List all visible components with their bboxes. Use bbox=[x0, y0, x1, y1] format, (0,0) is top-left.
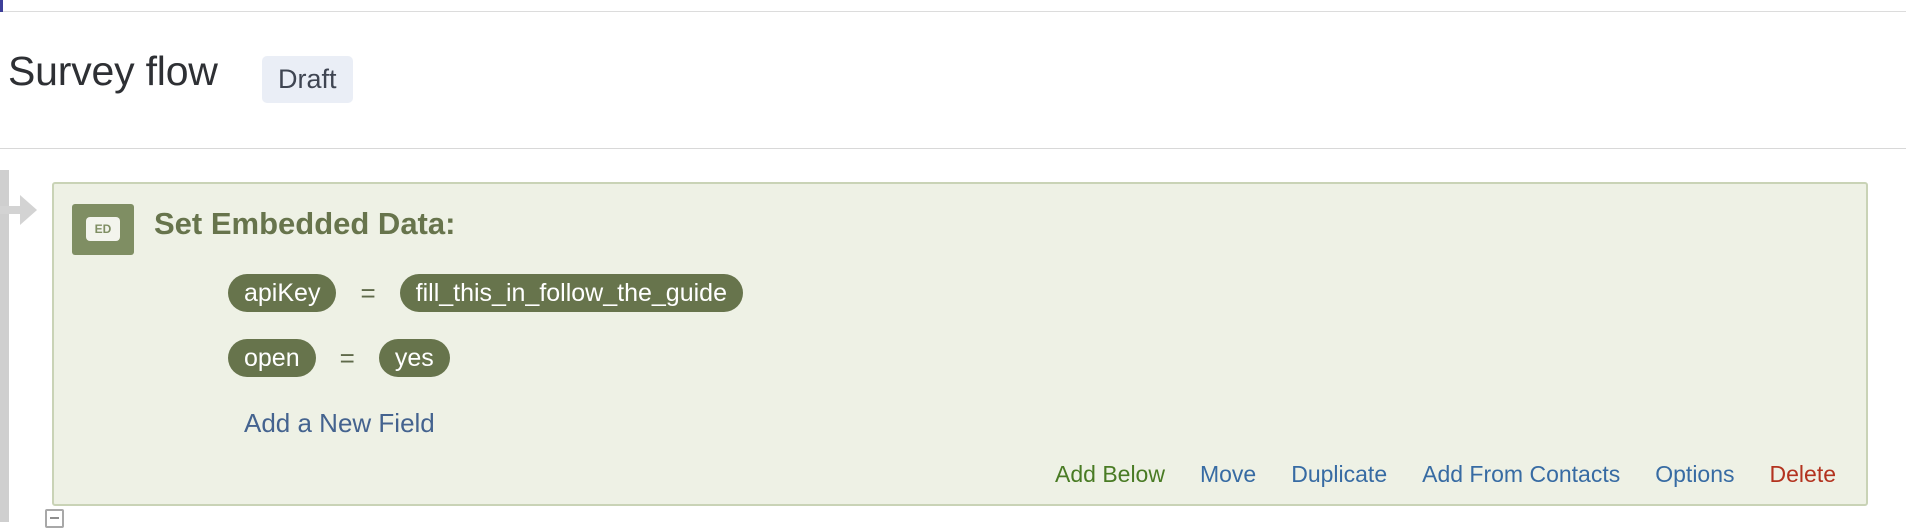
equals-sign: = bbox=[339, 342, 355, 373]
field-value-pill[interactable]: fill_this_in_follow_the_guide bbox=[399, 274, 743, 312]
page-title: Survey flow bbox=[8, 48, 218, 94]
add-from-contacts-link[interactable]: Add From Contacts bbox=[1422, 461, 1620, 488]
duplicate-link[interactable]: Duplicate bbox=[1291, 461, 1387, 488]
equals-sign: = bbox=[360, 277, 376, 308]
arrow-right-icon bbox=[0, 195, 37, 225]
add-new-field-link[interactable]: Add a New Field bbox=[244, 408, 435, 439]
embedded-data-icon: ED bbox=[72, 204, 134, 255]
add-below-link[interactable]: Add Below bbox=[1055, 461, 1165, 488]
page-header: Survey flow Draft bbox=[0, 12, 1906, 149]
move-link[interactable]: Move bbox=[1200, 461, 1256, 488]
block-action-bar: Add Below Move Duplicate Add From Contac… bbox=[1020, 461, 1836, 488]
status-badge: Draft bbox=[262, 56, 353, 103]
top-bar-marker bbox=[0, 0, 3, 12]
embedded-data-block[interactable]: ED Set Embedded Data: apiKey = fill_this… bbox=[52, 182, 1868, 506]
options-link[interactable]: Options bbox=[1655, 461, 1734, 488]
embedded-field-row: apiKey = fill_this_in_follow_the_guide bbox=[228, 274, 743, 312]
field-key-pill[interactable]: apiKey bbox=[228, 274, 337, 312]
embedded-field-row: open = yes bbox=[228, 339, 450, 377]
field-key-pill[interactable]: open bbox=[228, 339, 316, 377]
block-title: Set Embedded Data: bbox=[154, 206, 456, 241]
collapse-toggle-icon[interactable] bbox=[45, 509, 64, 528]
flow-area: ED Set Embedded Data: apiKey = fill_this… bbox=[0, 150, 1906, 528]
field-value-pill[interactable]: yes bbox=[378, 339, 450, 377]
embedded-data-icon-label: ED bbox=[86, 217, 120, 241]
top-bar bbox=[0, 0, 1906, 12]
delete-link[interactable]: Delete bbox=[1770, 461, 1836, 488]
